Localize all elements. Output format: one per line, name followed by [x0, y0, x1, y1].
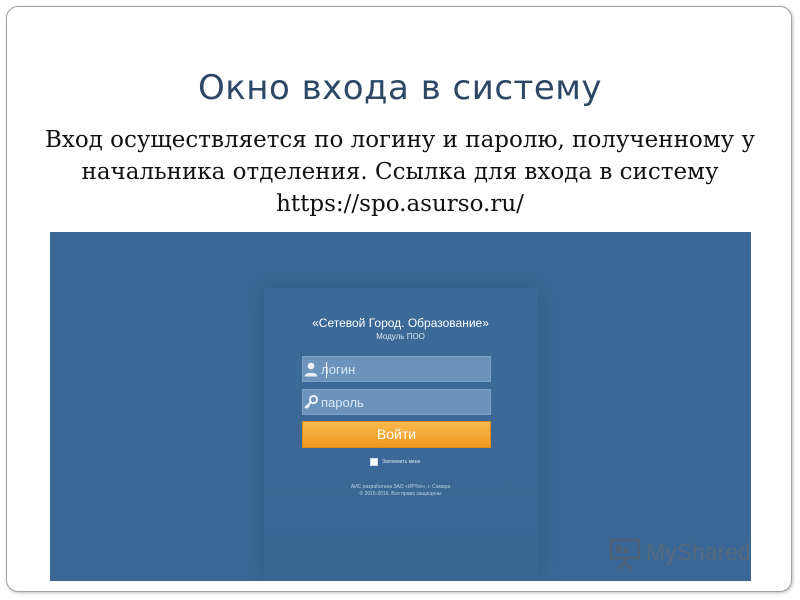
remember-label: Запомнить меня — [382, 459, 421, 465]
login-screenshot: «Сетевой Город. Образование» Модуль ПОО … — [50, 232, 751, 581]
slide-body-line: начальника отделения. Ссылка для входа в… — [81, 159, 719, 185]
app-subtitle: Модуль ПОО — [376, 332, 425, 341]
slide-body-link[interactable]: https://spo.asurso.ru/ — [30, 188, 770, 220]
password-input[interactable] — [319, 391, 499, 413]
login-button[interactable]: Войти — [302, 421, 491, 448]
watermark: MyShared — [606, 537, 766, 571]
user-icon — [303, 357, 319, 381]
remember-checkbox[interactable] — [370, 458, 378, 466]
password-field[interactable] — [302, 389, 499, 415]
login-input[interactable] — [319, 358, 499, 380]
footer-line: © 2015-2016. Все права защищены — [359, 491, 442, 497]
key-icon — [303, 390, 319, 414]
watermark-text: MyShared — [646, 539, 751, 565]
text-caret — [326, 362, 327, 378]
presentation-icon — [608, 537, 642, 576]
slide-body: Вход осуществляется по логину и паролю, … — [30, 124, 770, 220]
login-field[interactable] — [302, 356, 499, 382]
app-title: «Сетевой Город. Образование» — [312, 316, 489, 330]
slide-body-line: Вход осуществляется по логину и паролю, … — [44, 127, 756, 153]
slide-title: Окно входа в систему — [197, 68, 603, 108]
footer-line: АИС разработана ЗАО «ИРТех», г. Самара — [350, 484, 451, 490]
remember-me[interactable]: Запомнить меня — [370, 458, 420, 466]
